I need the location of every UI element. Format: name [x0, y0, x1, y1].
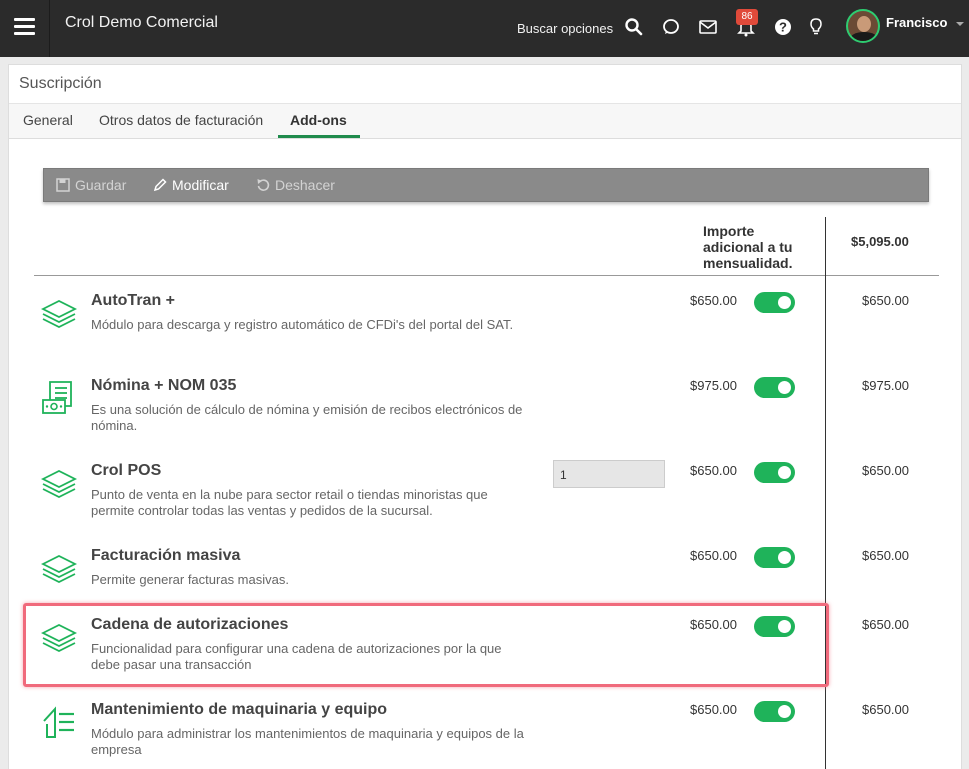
active-tab-indicator — [278, 135, 360, 138]
save-button[interactable]: Guardar — [56, 177, 126, 193]
layers-icon — [41, 299, 77, 329]
addon-description: Módulo para descarga y registro automáti… — [91, 317, 514, 332]
undo-button[interactable]: Deshacer — [256, 177, 335, 193]
layers-icon — [41, 554, 77, 584]
addon-toggle[interactable] — [754, 292, 795, 313]
addon-total: $650.00 — [862, 463, 909, 478]
addon-name: Nómina + NOM 035 — [91, 377, 237, 394]
subscription-card: Suscripción General Otros datos de factu… — [8, 64, 962, 769]
toolbar: Guardar Modificar Deshacer — [43, 168, 929, 202]
user-name[interactable]: Francisco — [886, 15, 947, 30]
addon-total: $650.00 — [862, 617, 909, 632]
highlight-box — [23, 603, 829, 687]
chat-icon[interactable] — [661, 17, 681, 37]
addon-total: $650.00 — [862, 702, 909, 717]
addon-description: Punto de venta en la nube para sector re… — [91, 487, 488, 518]
layers-icon — [41, 469, 77, 499]
payroll-icon — [42, 381, 72, 414]
page-title: Suscripción — [19, 75, 102, 92]
undo-label: Deshacer — [275, 177, 335, 193]
top-bar: Crol Demo Comercial Buscar opciones 86 ?… — [0, 0, 969, 57]
addon-price: $650.00 — [690, 463, 737, 478]
addon-toggle[interactable] — [754, 462, 795, 483]
menu-icon[interactable] — [0, 0, 50, 57]
maintenance-icon — [43, 706, 74, 738]
addon-row-crol-pos: Crol POS Punto de venta en la nube para … — [9, 449, 961, 534]
addon-description: Módulo para administrar los mantenimient… — [91, 726, 524, 757]
chevron-down-icon[interactable] — [956, 22, 964, 26]
addon-description: Es una solución de cálculo de nómina y e… — [91, 402, 523, 433]
mail-icon[interactable] — [698, 17, 718, 37]
edit-label: Modificar — [172, 177, 229, 193]
addon-name: AutoTran + — [91, 292, 176, 309]
header-divider — [34, 275, 939, 276]
save-label: Guardar — [75, 177, 127, 193]
lightbulb-icon[interactable] — [806, 17, 826, 37]
addon-toggle[interactable] — [754, 547, 795, 568]
edit-button[interactable]: Modificar — [153, 177, 229, 193]
notification-badge: 86 — [736, 9, 758, 25]
addon-total: $650.00 — [862, 548, 909, 563]
addon-row-mantenimiento: Mantenimiento de maquinaria y equipo Mód… — [9, 688, 961, 769]
addon-row-facturacion-masiva: Facturación masiva Permite generar factu… — [9, 534, 961, 603]
app-title: Crol Demo Comercial — [65, 14, 218, 31]
help-icon[interactable]: ? — [773, 17, 793, 37]
addon-name: Facturación masiva — [91, 547, 241, 564]
addon-total: $975.00 — [862, 378, 909, 393]
addon-price: $650.00 — [690, 293, 737, 308]
quantity-input[interactable]: 1 — [553, 460, 665, 488]
search-icon[interactable] — [624, 17, 644, 37]
svg-text:?: ? — [779, 20, 787, 35]
pencil-icon — [153, 178, 167, 192]
header-additional-amount: Importe adicional a tu mensualidad. — [703, 223, 793, 271]
search-label[interactable]: Buscar opciones — [517, 21, 613, 36]
addon-price: $650.00 — [690, 548, 737, 563]
avatar[interactable] — [846, 9, 880, 43]
addon-row-autotran: AutoTran + Módulo para descarga y regist… — [9, 279, 961, 364]
addon-price: $975.00 — [690, 378, 737, 393]
addon-price: $650.00 — [690, 702, 737, 717]
addon-toggle[interactable] — [754, 701, 795, 722]
addon-name: Mantenimiento de maquinaria y equipo — [91, 701, 388, 718]
tab-general[interactable]: General — [23, 112, 73, 128]
tab-other-billing[interactable]: Otros datos de facturación — [99, 112, 263, 128]
addon-row-nomina: Nómina + NOM 035 Es una solución de cálc… — [9, 364, 961, 449]
save-icon — [56, 178, 70, 192]
undo-icon — [257, 179, 270, 191]
addon-name: Crol POS — [91, 462, 162, 479]
addon-total: $650.00 — [862, 293, 909, 308]
addon-toggle[interactable] — [754, 377, 795, 398]
header-total: $5,095.00 — [851, 234, 909, 249]
tab-add-ons[interactable]: Add-ons — [290, 112, 347, 128]
addon-description: Permite generar facturas masivas. — [91, 572, 289, 587]
